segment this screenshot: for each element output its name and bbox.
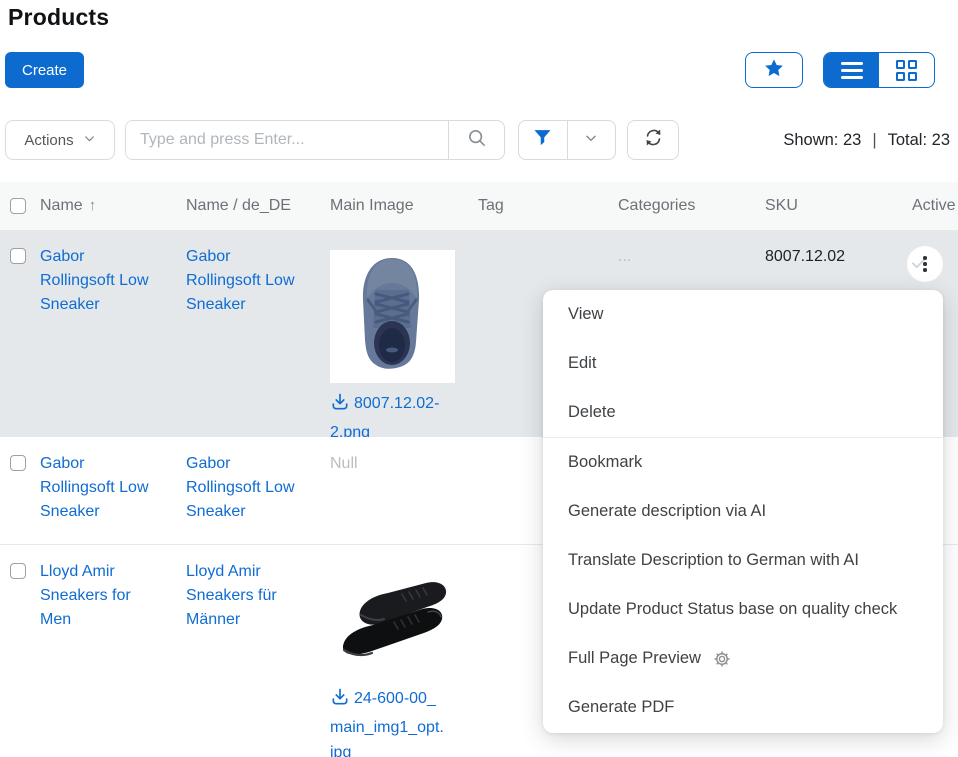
actions-dropdown[interactable]: Actions [5, 120, 115, 160]
count-separator: | [872, 131, 876, 150]
select-all-checkbox[interactable] [10, 198, 26, 214]
toolbar: Actions [0, 120, 958, 160]
menu-item-generate-description[interactable]: Generate description via AI [543, 487, 943, 536]
product-image[interactable] [330, 250, 455, 383]
search-input[interactable] [126, 121, 448, 159]
create-button[interactable]: Create [5, 52, 84, 88]
product-name-de-link[interactable]: Gabor Rollingsoft Low Sneaker [186, 245, 304, 317]
filter-options-button[interactable] [567, 121, 616, 159]
column-header-main-image[interactable]: Main Image [330, 197, 478, 215]
main-image-null: Null [330, 437, 478, 476]
search-group [125, 120, 505, 160]
column-header-name-de[interactable]: Name / de_DE [186, 197, 330, 215]
row-checkbox[interactable] [10, 248, 26, 264]
menu-item-full-page-preview[interactable]: Full Page Preview [543, 634, 943, 683]
menu-item-bookmark[interactable]: Bookmark [543, 438, 943, 487]
table-header: Name↑ Name / de_DE Main Image Tag Catego… [0, 182, 958, 230]
product-name-de-link[interactable]: Gabor Rollingsoft Low Sneaker [186, 452, 304, 524]
product-name-link[interactable]: Gabor Rollingsoft Low Sneaker [40, 452, 158, 524]
product-name-link[interactable]: Gabor Rollingsoft Low Sneaker [40, 245, 158, 317]
row-checkbox[interactable] [10, 563, 26, 579]
view-toggle [823, 52, 935, 88]
list-view-icon [841, 62, 863, 79]
filter-button[interactable] [519, 121, 567, 159]
menu-item-update-product-status[interactable]: Update Product Status base on quality ch… [543, 585, 943, 634]
actions-label: Actions [24, 132, 73, 149]
product-name-de-link[interactable]: Lloyd Amir Sneakers für Männer [186, 560, 304, 632]
grid-view-icon [896, 60, 917, 81]
download-icon [330, 392, 350, 420]
menu-item-view[interactable]: View [543, 290, 943, 339]
kebab-menu-icon [923, 256, 927, 272]
context-menu: View Edit Delete Bookmark Generate descr… [543, 290, 943, 733]
sort-ascending-icon[interactable]: ↑ [89, 197, 97, 214]
favorites-button[interactable] [745, 52, 803, 88]
menu-item-delete[interactable]: Delete [543, 388, 943, 437]
column-header-sku[interactable]: SKU [765, 197, 912, 215]
column-header-tag[interactable]: Tag [478, 197, 618, 215]
chevron-down-icon [584, 131, 598, 150]
download-icon [330, 687, 350, 715]
menu-item-edit[interactable]: Edit [543, 339, 943, 388]
categories-value: ... [618, 230, 765, 269]
result-counts: Shown: 23 | Total: 23 [783, 120, 950, 160]
row-checkbox[interactable] [10, 455, 26, 471]
menu-item-generate-pdf[interactable]: Generate PDF [543, 683, 943, 732]
image-download-link[interactable]: 24-600-00_main_img1_opt.jpg [330, 686, 446, 757]
column-header-categories[interactable]: Categories [618, 197, 765, 215]
refresh-icon [643, 127, 664, 153]
column-header-name[interactable]: Name↑ [40, 197, 186, 215]
row-actions-button[interactable] [907, 246, 943, 282]
shown-count: Shown: 23 [783, 131, 861, 150]
search-button[interactable] [448, 121, 504, 159]
product-image[interactable] [330, 570, 455, 678]
search-icon [466, 127, 488, 154]
page-title: Products [8, 4, 109, 31]
gear-icon [712, 649, 732, 669]
chevron-down-icon [83, 132, 96, 149]
products-page: Products Create Actions [0, 0, 958, 757]
list-view-button[interactable] [824, 53, 879, 87]
sku-value: 8007.12.02 [765, 230, 912, 269]
grid-view-button[interactable] [879, 53, 934, 87]
total-count: Total: 23 [888, 131, 950, 150]
filter-split-button [518, 120, 616, 160]
product-name-link[interactable]: Lloyd Amir Sneakers for Men [40, 560, 158, 632]
menu-item-translate-description[interactable]: Translate Description to German with AI [543, 536, 943, 585]
column-header-active[interactable]: Active [912, 197, 958, 215]
star-icon [763, 57, 785, 84]
filter-funnel-icon [532, 127, 553, 153]
refresh-button[interactable] [627, 120, 679, 160]
